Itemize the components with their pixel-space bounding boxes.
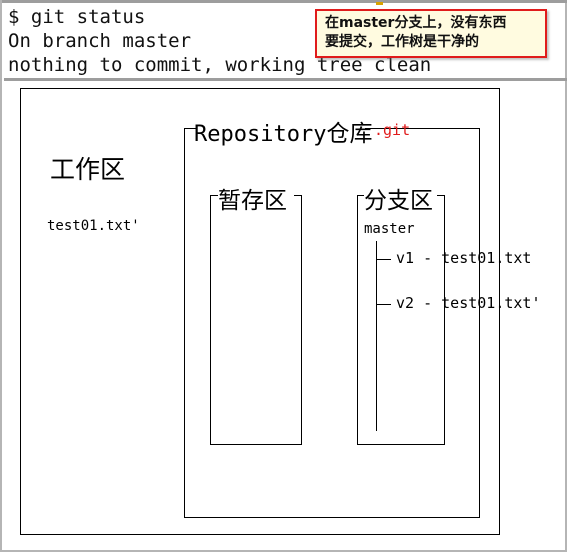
repository-label-en: Repository: [194, 122, 327, 147]
note-callout-line-2: 要提交，工作树是干净的: [325, 34, 479, 50]
branch-area-label: 分支区: [364, 188, 433, 214]
note-callout-line-1: 在master分支上，没有东西: [325, 15, 507, 31]
staging-area-label: 暂存区: [218, 188, 287, 214]
working-area-file: test01.txt': [47, 218, 140, 234]
branch-trunk-line: [376, 241, 377, 431]
staging-area-box-right-rule: [301, 195, 302, 445]
commit-label: v2 - test01.txt': [396, 294, 541, 312]
repository-git-dir-label: .git: [374, 121, 411, 139]
staging-area-box-left-rule: [210, 195, 211, 445]
branch-area-box-left-rule: [357, 195, 358, 445]
page-frame: $ git status On branch master nothing to…: [0, 0, 567, 552]
commit-label: v1 - test01.txt: [396, 249, 532, 267]
repository-label-cn: 仓库: [326, 121, 373, 147]
working-area-label: 工作区: [50, 155, 126, 184]
staging-area-box-bottom-rule: [210, 444, 302, 445]
branch-area-box-right-rule: [444, 195, 445, 445]
repository-box-right-rule: [479, 128, 480, 518]
note-callout: 在master分支上，没有东西 要提交，工作树是干净的: [315, 9, 547, 58]
staging-area-box: [210, 195, 302, 445]
note-callout-stem: [376, 2, 383, 5]
branch-area-box-bottom-rule: [357, 444, 445, 445]
commit-tick-icon: [376, 259, 391, 260]
branch-name-master: master: [364, 221, 415, 237]
repository-box-left-rule: [184, 128, 185, 518]
commit-tick-icon: [376, 304, 391, 305]
repository-box-bottom-rule: [184, 517, 480, 518]
top-divider-bar: [2, 0, 567, 3]
repository-label: Repository仓库: [194, 114, 372, 148]
branch-area-box-top-left-rule: [357, 195, 364, 196]
staging-area-box-top-left-rule: [210, 195, 218, 196]
git-areas-diagram: 工作区 test01.txt' Repository仓库 .git 暂存区 分支…: [2, 81, 567, 549]
